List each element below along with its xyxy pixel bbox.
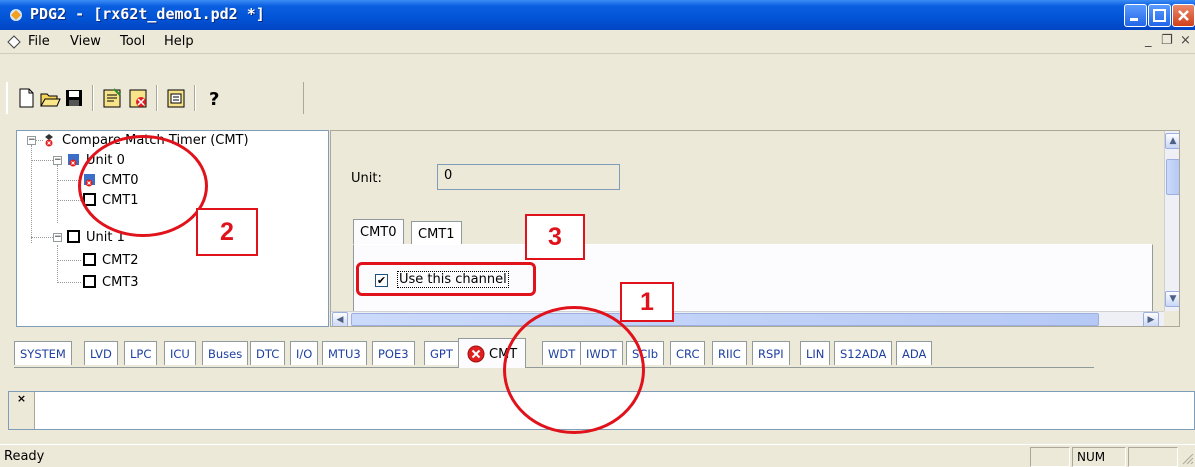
- annotation-callout-3: 3: [525, 214, 585, 260]
- channel-icon: [83, 275, 96, 288]
- tab-dtc[interactable]: DTC: [250, 341, 286, 365]
- generate-icon[interactable]: [100, 85, 124, 111]
- tab-cmt1[interactable]: CMT1: [411, 221, 462, 245]
- title-bar[interactable]: PDG2 - [rx62t_demo1.pd2 *]: [0, 0, 1195, 30]
- tab-buses[interactable]: Buses: [202, 341, 249, 365]
- annotation-circle-2: [78, 135, 208, 237]
- minimize-button[interactable]: [1124, 4, 1147, 27]
- tree-node-label: CMT3: [102, 274, 139, 290]
- mdi-close-button[interactable]: ×: [1180, 33, 1191, 48]
- svg-text:?: ?: [209, 89, 219, 110]
- vertical-scrollbar[interactable]: ▲ ▼: [1164, 131, 1179, 311]
- window-title: PDG2 - [rx62t_demo1.pd2 *]: [30, 5, 265, 23]
- channel-icon: [83, 253, 96, 266]
- tree-node-cmt3[interactable]: CMT3: [83, 273, 139, 291]
- scroll-down-icon[interactable]: ▼: [1165, 291, 1179, 307]
- collapse-icon[interactable]: −: [27, 136, 36, 145]
- menu-file[interactable]: File: [28, 34, 50, 49]
- tab-ada[interactable]: ADA: [896, 341, 933, 365]
- mdi-restore-button[interactable]: ❐: [1161, 33, 1173, 48]
- tree-line: [57, 260, 81, 261]
- tab-lpc[interactable]: LPC: [124, 341, 158, 365]
- output-close-icon[interactable]: ×: [9, 392, 35, 429]
- collapse-icon[interactable]: −: [53, 233, 62, 242]
- status-bar: Ready NUM: [0, 444, 1195, 467]
- mdi-minimize-button[interactable]: _: [1145, 33, 1152, 48]
- tab-rspi[interactable]: RSPI: [752, 341, 790, 365]
- document-icon: [7, 35, 21, 49]
- tab-gpt[interactable]: GPT: [424, 341, 459, 365]
- maximize-icon: [1153, 9, 1166, 22]
- tab-mtu3[interactable]: MTU3: [322, 341, 367, 365]
- tab-icu[interactable]: ICU: [164, 341, 196, 365]
- collapse-icon[interactable]: −: [53, 156, 62, 165]
- tree-node-label: CMT2: [102, 252, 139, 268]
- horizontal-scrollbar[interactable]: ◀ ▶: [331, 311, 1164, 326]
- annotation-circle-1: [503, 306, 645, 434]
- tab-s12ada[interactable]: S12ADA: [834, 341, 893, 365]
- tab-lin[interactable]: LIN: [800, 341, 831, 365]
- status-text: Ready: [4, 449, 45, 464]
- tree-line: [57, 200, 81, 201]
- app-icon: [10, 9, 22, 21]
- annotation-rect-3: [356, 262, 536, 296]
- unit-icon: [67, 230, 80, 243]
- unit-field: 0: [437, 164, 620, 190]
- menu-view[interactable]: View: [70, 34, 101, 49]
- tree-node-cmt2[interactable]: CMT2: [83, 251, 139, 269]
- error-icon: [467, 345, 485, 363]
- close-button[interactable]: [1172, 4, 1195, 27]
- horizontal-scroll-thumb[interactable]: [351, 313, 1099, 326]
- check-icon[interactable]: [126, 85, 150, 111]
- tab-system[interactable]: SYSTEM: [14, 341, 72, 365]
- toolbar-separator: [194, 85, 196, 111]
- resize-grip-icon[interactable]: [1180, 451, 1194, 465]
- tab-crc[interactable]: CRC: [670, 341, 706, 365]
- tab-io[interactable]: I/O: [290, 341, 319, 365]
- toolbar-separator: [92, 85, 94, 111]
- tree-line: [31, 160, 55, 161]
- minimize-icon: [1130, 18, 1138, 21]
- tree-line: [57, 282, 81, 283]
- tab-poe3[interactable]: POE3: [372, 341, 415, 365]
- new-icon[interactable]: [14, 85, 38, 111]
- menu-bar: File View Tool Help _ ❐ ×: [0, 30, 1195, 54]
- report-icon[interactable]: [164, 85, 188, 111]
- close-icon: [1178, 10, 1189, 21]
- menu-tool[interactable]: Tool: [120, 34, 145, 49]
- status-panel-scroll: [1128, 447, 1178, 467]
- settings-panel: Unit: 0 CMT0 CMT1 ✔ Use this channel ▲ ▼…: [330, 130, 1180, 327]
- vertical-scroll-thumb[interactable]: [1166, 159, 1179, 195]
- status-panel-caps: [1030, 447, 1070, 467]
- toolbar-separator: [156, 85, 158, 111]
- tree-line: [57, 165, 58, 223]
- scroll-left-icon[interactable]: ◀: [332, 312, 348, 326]
- save-icon[interactable]: [62, 85, 86, 111]
- open-icon[interactable]: [38, 85, 62, 111]
- unit-label: Unit:: [351, 171, 382, 186]
- maximize-button[interactable]: [1148, 4, 1171, 27]
- annotation-callout-2: 2: [196, 208, 258, 256]
- help-icon[interactable]: ?: [202, 85, 226, 111]
- annotation-callout-1: 1: [620, 282, 674, 322]
- tab-cmt0[interactable]: CMT0: [353, 219, 404, 245]
- application-window: PDG2 - [rx62t_demo1.pd2 *] File View Too…: [0, 0, 1195, 467]
- tree-line: [31, 237, 55, 238]
- tab-riic[interactable]: RIIC: [712, 341, 747, 365]
- tab-lvd[interactable]: LVD: [84, 341, 118, 365]
- scroll-up-icon[interactable]: ▲: [1165, 133, 1179, 149]
- scroll-right-icon[interactable]: ▶: [1143, 312, 1159, 326]
- module-error-icon: [45, 134, 53, 147]
- menu-help[interactable]: Help: [164, 34, 194, 49]
- unit-error-icon: [68, 154, 79, 167]
- tree-line: [57, 245, 58, 283]
- toolbar: ?: [0, 55, 1195, 127]
- status-panel-num: NUM: [1072, 447, 1126, 467]
